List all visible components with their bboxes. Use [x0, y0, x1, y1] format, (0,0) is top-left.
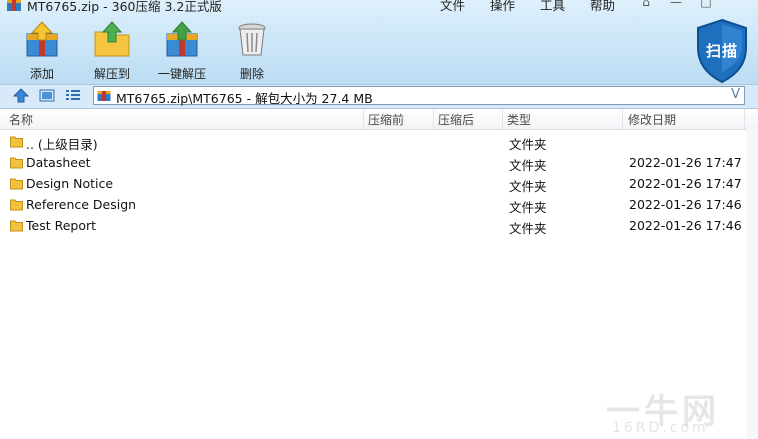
file-name: Test Report [26, 218, 97, 233]
maximize-icon[interactable]: □ [696, 0, 716, 10]
column-modified[interactable]: 修改日期 [628, 111, 676, 128]
one-click-extract-label: 一键解压 [157, 67, 206, 81]
one-click-extract-button[interactable]: 一键解压 [156, 20, 208, 82]
file-modified: 2022-01-26 17:46 [629, 218, 742, 233]
watermark-url: 16RD.com [612, 420, 709, 436]
parent-directory-row[interactable]: .. (上级目录) 文件夹 [0, 131, 745, 152]
folder-icon [10, 157, 23, 169]
delete-button[interactable]: 删除 [232, 20, 272, 82]
column-divider[interactable] [363, 109, 364, 129]
column-divider[interactable] [502, 109, 503, 129]
folder-icon [10, 178, 23, 190]
column-original-size[interactable]: 压缩前 [368, 111, 404, 128]
column-header: 名称 压缩前 压缩后 类型 修改日期 [0, 109, 758, 130]
top-band: MT6765.zip - 360压缩 3.2正式版 文件 操作 工具 帮助 ⌂ … [0, 0, 758, 84]
address-path: MT6765.zip\MT6765 - 解包大小为 27.4 MB [116, 91, 373, 106]
column-divider[interactable] [433, 109, 434, 129]
scan-label: 扫描 [705, 42, 738, 60]
file-modified: 2022-01-26 17:47 [629, 176, 742, 191]
file-type: 文件夹 [509, 200, 547, 215]
one-click-extract-icon [166, 21, 198, 57]
menu-file[interactable]: 文件 [440, 0, 465, 14]
thumbnail-view-icon[interactable] [38, 87, 56, 104]
skin-icon[interactable]: ⌂ [636, 0, 656, 10]
file-modified: 2022-01-26 17:46 [629, 197, 742, 212]
menu-operate[interactable]: 操作 [490, 0, 515, 14]
column-divider[interactable] [622, 109, 623, 129]
column-divider [744, 109, 745, 129]
scan-button[interactable]: 扫描 [694, 18, 750, 84]
table-row[interactable]: Reference Design 文件夹 2022-01-26 17:46 [0, 194, 745, 215]
column-compressed-size[interactable]: 压缩后 [438, 111, 474, 128]
list-view-icon[interactable] [64, 87, 82, 104]
minimize-icon[interactable]: — [666, 0, 686, 10]
table-row[interactable]: Datasheet 文件夹 2022-01-26 17:47 [0, 152, 745, 173]
file-type: 文件夹 [509, 221, 547, 236]
add-button[interactable]: 添加 [20, 20, 64, 82]
column-name[interactable]: 名称 [9, 111, 33, 128]
address-bar: MT6765.zip\MT6765 - 解包大小为 27.4 MB V [0, 84, 758, 109]
add-archive-icon [26, 21, 58, 57]
delete-label: 删除 [239, 67, 264, 81]
window-controls: ⌂ — □ [636, 0, 716, 10]
extract-folder-icon [94, 21, 130, 57]
file-type: 文件夹 [509, 158, 547, 173]
file-type: 文件夹 [509, 137, 547, 152]
add-label: 添加 [29, 67, 54, 81]
extract-to-label: 解压到 [93, 67, 130, 81]
folder-icon [10, 199, 23, 211]
title-bar: MT6765.zip - 360压缩 3.2正式版 文件 操作 工具 帮助 ⌂ … [0, 0, 758, 14]
window-title: MT6765.zip - 360压缩 3.2正式版 [27, 0, 222, 14]
menu-tools[interactable]: 工具 [540, 0, 565, 14]
file-type: 文件夹 [509, 179, 547, 194]
app-archive-icon [7, 0, 21, 11]
menu-help[interactable]: 帮助 [590, 0, 615, 14]
folder-icon [10, 220, 23, 232]
file-name: Design Notice [26, 176, 114, 191]
table-row[interactable]: Test Report 文件夹 2022-01-26 17:46 [0, 215, 745, 236]
table-row[interactable]: Design Notice 文件夹 2022-01-26 17:47 [0, 173, 745, 194]
archive-icon [97, 91, 111, 101]
up-level-icon[interactable] [12, 87, 30, 104]
file-modified: 2022-01-26 17:47 [629, 155, 742, 170]
file-name: Reference Design [26, 197, 137, 212]
vertical-scrollbar[interactable] [746, 129, 758, 439]
address-field[interactable]: MT6765.zip\MT6765 - 解包大小为 27.4 MB V [93, 86, 745, 106]
file-name: .. (上级目录) [26, 137, 98, 152]
trash-icon [238, 23, 266, 56]
folder-icon [10, 136, 23, 148]
column-type[interactable]: 类型 [507, 111, 531, 128]
file-name: Datasheet [26, 155, 91, 170]
extract-to-button[interactable]: 解压到 [90, 20, 134, 82]
address-dropdown-icon[interactable]: V [731, 87, 740, 102]
